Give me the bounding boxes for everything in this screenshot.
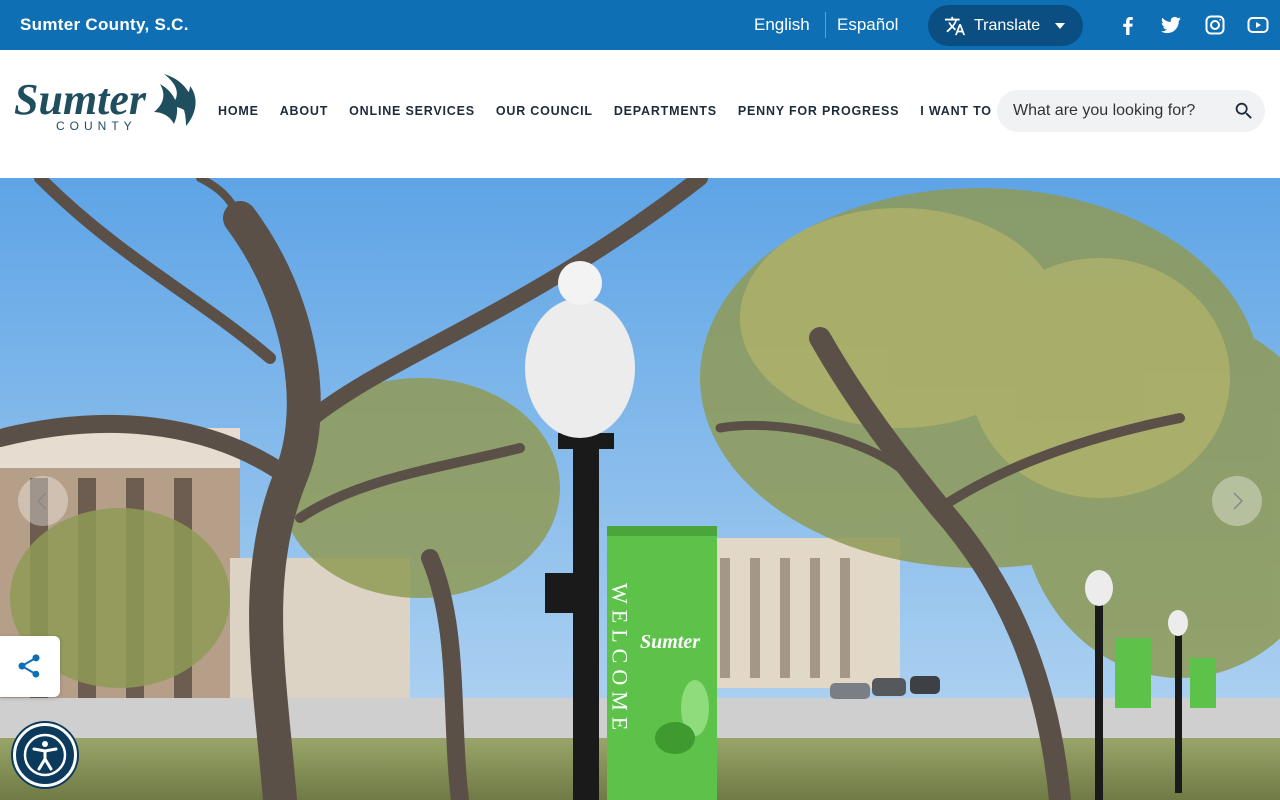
youtube-icon[interactable] [1246,13,1270,37]
top-utility-bar: Sumter County, S.C. English Español Tran… [0,0,1280,50]
nav-item-i-want-to[interactable]: I WANT TO [920,104,992,118]
banner-logo-text: Sumter [640,631,700,653]
language-divider [825,12,826,38]
carousel-next-button[interactable] [1212,476,1262,526]
chevron-down-icon [1055,23,1065,29]
accessibility-button[interactable] [13,723,77,787]
logo-text-main: Sumter [14,75,147,124]
search-box [997,90,1265,132]
nav-item-about[interactable]: ABOUT [280,104,328,118]
share-button[interactable] [0,636,60,697]
search-icon[interactable] [1233,100,1255,122]
site-name[interactable]: Sumter County, S.C. [20,15,189,35]
twitter-icon[interactable] [1159,13,1183,37]
hero-image: WELCOME Sumter [0,178,1280,800]
chevron-left-icon [36,492,47,510]
nav-item-departments[interactable]: DEPARTMENTS [614,104,717,118]
nav-item-home[interactable]: HOME [218,104,259,118]
instagram-icon[interactable] [1203,13,1227,37]
translate-button[interactable]: Translate [928,5,1083,46]
facebook-icon[interactable] [1116,13,1140,37]
site-header: Sumter COUNTY HOME ABOUT ONLINE SERVICES… [0,50,1280,178]
nav-item-our-council[interactable]: OUR COUNCIL [496,104,593,118]
logo-text-sub: COUNTY [56,119,137,133]
translate-label: Translate [974,16,1041,34]
nav-item-online-services[interactable]: ONLINE SERVICES [349,104,475,118]
chevron-right-icon [1233,492,1244,510]
language-spanish-link[interactable]: Español [837,15,898,35]
translate-icon [944,16,966,35]
search-input[interactable] [1013,100,1223,122]
accessibility-icon [23,733,67,777]
main-navigation: HOME ABOUT ONLINE SERVICES OUR COUNCIL D… [218,104,1013,118]
share-icon [18,654,40,678]
hero-carousel: WELCOME Sumter [0,178,1280,800]
sumter-county-logo[interactable]: Sumter COUNTY [14,66,200,134]
banner-welcome-text: WELCOME [608,583,633,736]
language-english-link[interactable]: English [754,15,810,35]
nav-item-penny-for-progress[interactable]: PENNY FOR PROGRESS [738,104,899,118]
carousel-prev-button[interactable] [18,476,68,526]
